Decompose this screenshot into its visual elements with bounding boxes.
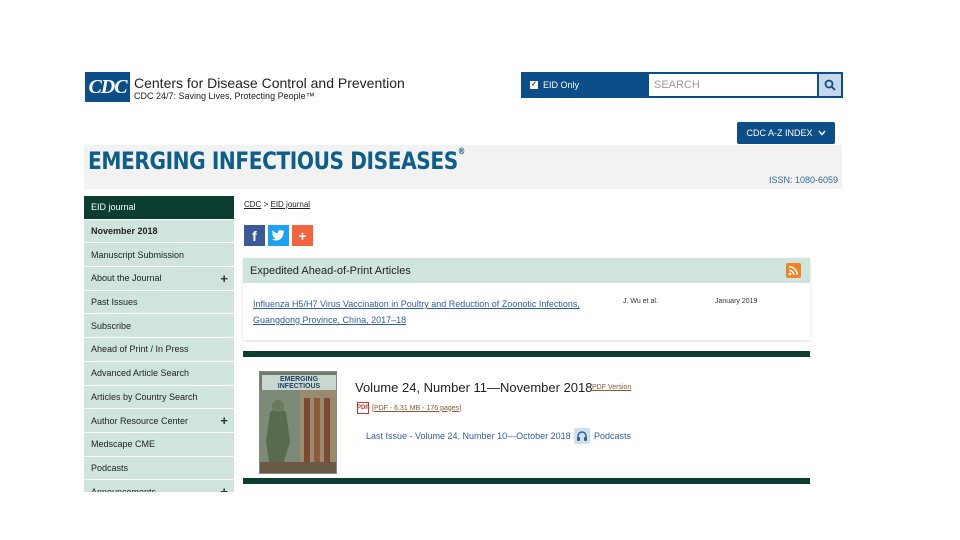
sidebar-item-label: Ahead of Print / In Press bbox=[91, 344, 189, 355]
issue-title: Volume 24, Number 11—November 2018 bbox=[355, 380, 593, 395]
sidebar-item[interactable]: Podcasts bbox=[84, 457, 234, 481]
headphones-icon[interactable] bbox=[574, 428, 590, 444]
breadcrumb-cdc[interactable]: CDC bbox=[244, 200, 261, 209]
sidebar-nav: EID journal November 2018 Manuscript Submi… bbox=[84, 196, 234, 492]
article-link[interactable]: Influenza H5/H7 Virus Vaccination in Pou… bbox=[253, 296, 593, 328]
issn: ISSN: 1080-6059 bbox=[768, 175, 838, 185]
expand-plus-icon[interactable]: + bbox=[220, 484, 228, 492]
last-issue-link[interactable]: Last Issue - Volume 24, Number 10—Octobe… bbox=[366, 431, 571, 441]
sidebar-item-label: Medscape CME bbox=[91, 439, 156, 450]
chevron-down-icon bbox=[817, 130, 826, 136]
sidebar-item-label: Articles by Country Search bbox=[91, 391, 198, 402]
expand-plus-icon[interactable]: + bbox=[220, 413, 228, 428]
sidebar-item[interactable]: Author Resource Center + bbox=[84, 409, 234, 433]
sidebar-item[interactable]: Advanced Article Search bbox=[84, 362, 234, 386]
sidebar-item-label: November 2018 bbox=[91, 226, 158, 237]
rss-icon[interactable] bbox=[786, 263, 801, 278]
az-index-label: CDC A-Z INDEX bbox=[746, 128, 813, 138]
ahead-of-print-title: Expedited Ahead-of-Print Articles bbox=[250, 264, 411, 277]
facebook-icon[interactable]: f bbox=[244, 225, 265, 246]
sidebar-item[interactable]: Subscribe bbox=[84, 314, 234, 339]
pdf-version-link[interactable]: PDF Version bbox=[592, 384, 631, 391]
article-date: January 2019 bbox=[715, 298, 758, 305]
podcasts-link[interactable]: Podcasts bbox=[594, 431, 631, 441]
org-tagline: CDC 24/7: Saving Lives, Protecting Peopl… bbox=[134, 91, 315, 101]
cover-art bbox=[260, 390, 336, 473]
search-button[interactable] bbox=[817, 72, 843, 98]
sidebar-item-label: Podcasts bbox=[91, 462, 129, 473]
breadcrumb-eid-journal[interactable]: EID journal bbox=[270, 200, 310, 209]
breadcrumb-separator: > bbox=[263, 200, 269, 209]
ahead-of-print-panel: Expedited Ahead-of-Print Articles Influe… bbox=[243, 258, 810, 340]
sidebar-item[interactable]: Past Issues bbox=[84, 291, 234, 315]
sidebar-item[interactable]: Ahead of Print / In Press bbox=[84, 338, 234, 362]
pdf-size-link[interactable]: [PDF - 6.31 MB - 176 pages] bbox=[372, 405, 461, 412]
issue-cover-image[interactable]: EMERGING INFECTIOUS DISEASES bbox=[259, 371, 337, 474]
eid-only-toggle[interactable]: ✓ EID Only bbox=[521, 72, 649, 98]
sidebar-item[interactable]: Announcements + bbox=[84, 480, 234, 492]
sidebar-item[interactable]: Articles by Country Search bbox=[84, 386, 234, 410]
search-bar: ✓ EID Only bbox=[521, 72, 843, 98]
search-icon bbox=[824, 79, 836, 91]
sidebar-item-label: About the Journal bbox=[91, 273, 162, 284]
cdc-logo[interactable]: CDC bbox=[85, 72, 130, 102]
sidebar-item-label: Advanced Article Search bbox=[91, 368, 190, 379]
breadcrumb: CDC > EID journal bbox=[244, 200, 310, 209]
article-authors: J. Wu et al. bbox=[623, 298, 658, 305]
journal-title[interactable]: EMERGING INFECTIOUS DISEASES® bbox=[88, 147, 465, 175]
sidebar-item-label: Past Issues bbox=[91, 297, 138, 308]
sidebar-item[interactable]: Medscape CME bbox=[84, 433, 234, 457]
sidebar-item[interactable]: November 2018 bbox=[84, 220, 234, 244]
sidebar-item-label: EID journal bbox=[91, 202, 136, 213]
az-index-button[interactable]: CDC A-Z INDEX bbox=[737, 122, 835, 144]
sidebar-item-label: Subscribe bbox=[91, 320, 132, 331]
share-buttons: f + bbox=[244, 225, 313, 246]
org-name[interactable]: Centers for Disease Control and Preventi… bbox=[134, 75, 405, 91]
journal-banner: EMERGING INFECTIOUS DISEASES® ISSN: 1080… bbox=[84, 145, 842, 189]
twitter-icon[interactable] bbox=[268, 225, 289, 246]
sidebar-item-label: Manuscript Submission bbox=[91, 249, 185, 260]
pdf-icon: PDF bbox=[357, 402, 369, 414]
checkbox-checked-icon[interactable]: ✓ bbox=[530, 81, 538, 89]
search-input[interactable] bbox=[649, 72, 817, 98]
issue-divider-top bbox=[243, 351, 810, 357]
eid-only-label: EID Only bbox=[543, 80, 580, 90]
sidebar-item[interactable]: Manuscript Submission bbox=[84, 243, 234, 268]
sidebar-item-label: Announcements bbox=[91, 486, 157, 492]
sidebar-item[interactable]: EID journal bbox=[84, 196, 234, 220]
addthis-icon[interactable]: + bbox=[292, 225, 313, 246]
sidebar-item[interactable]: About the Journal + bbox=[84, 267, 234, 291]
issue-divider-bottom bbox=[243, 478, 810, 484]
expand-plus-icon[interactable]: + bbox=[220, 271, 228, 286]
ahead-of-print-header: Expedited Ahead-of-Print Articles bbox=[243, 258, 810, 283]
sidebar-item-label: Author Resource Center bbox=[91, 415, 189, 426]
pdf-download[interactable]: PDF [PDF - 6.31 MB - 176 pages] bbox=[357, 402, 461, 414]
